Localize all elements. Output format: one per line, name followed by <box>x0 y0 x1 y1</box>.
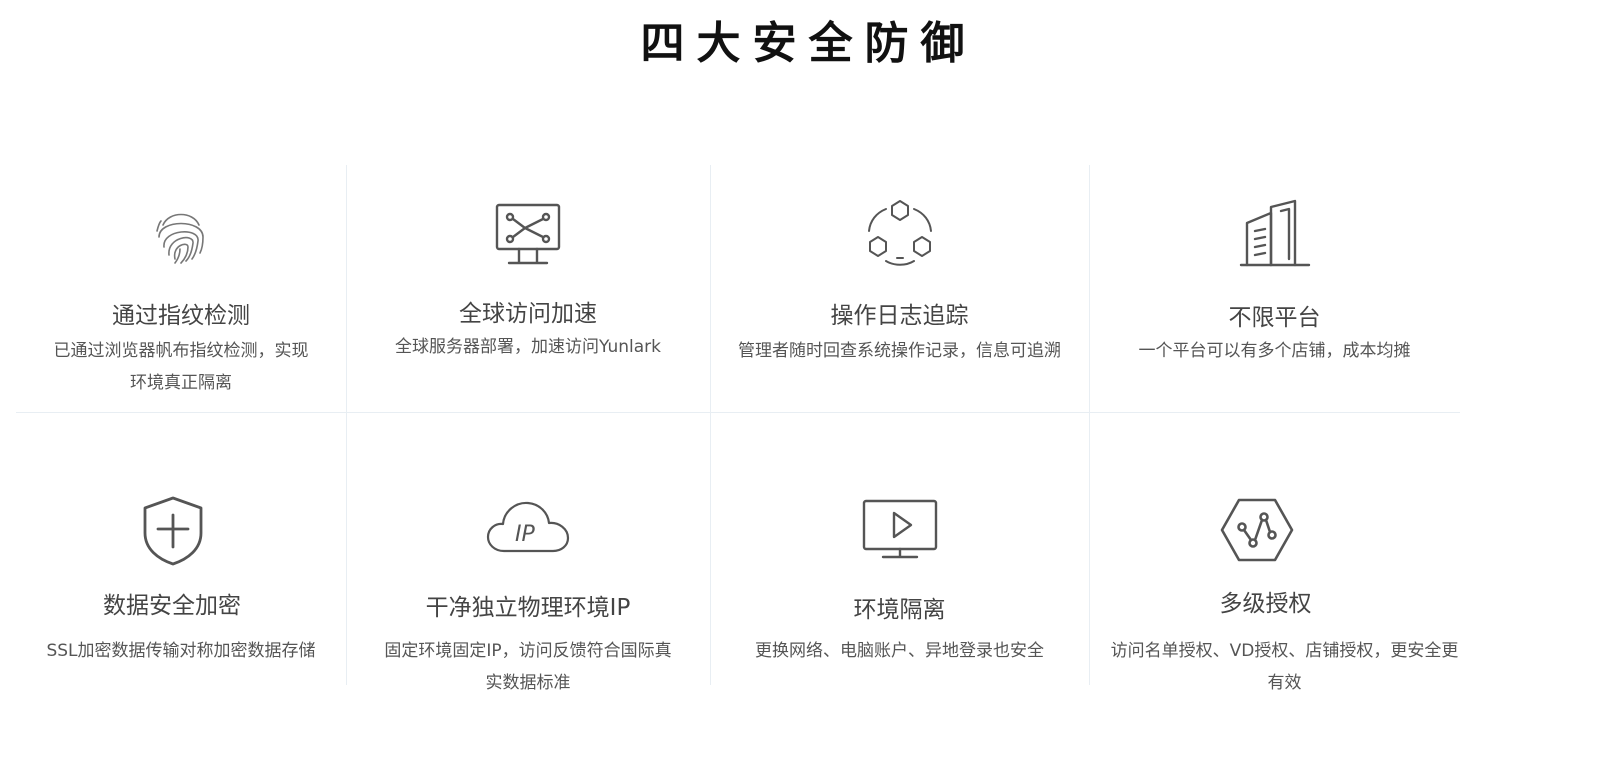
fingerprint-icon <box>149 203 213 267</box>
feature-desc: 访问名单授权、VD授权、店铺授权，更安全更有效 <box>1110 641 1459 693</box>
feature-title: 数据安全加密 <box>103 593 241 619</box>
shield-plus-icon <box>140 495 206 567</box>
hexagon-cycle-icon <box>864 199 936 269</box>
network-monitor-icon <box>493 203 563 269</box>
feature-card-clean-ip: IP 干净独立物理环境IP 固定环境固定IP，访问反馈符合国际真实数据标准 <box>346 413 710 693</box>
cloud-ip-icon: IP <box>486 499 570 555</box>
feature-card-data-encryption: 数据安全加密 SSL加密数据传输对称加密数据存储 <box>16 413 346 685</box>
buildings-icon <box>1237 199 1313 269</box>
feature-title: 全球访问加速 <box>459 301 597 327</box>
feature-desc: 一个平台可以有多个店铺，成本均摊 <box>1138 341 1411 361</box>
feature-card-multi-auth: 多级授权 访问名单授权、VD授权、店铺授权，更安全更有效 <box>1089 413 1460 693</box>
feature-card-env-isolation: 环境隔离 更换网络、电脑账户、异地登录也安全 <box>710 413 1089 685</box>
feature-title: 操作日志追踪 <box>830 303 969 329</box>
feature-desc: 固定环境固定IP，访问反馈符合国际真实数据标准 <box>384 641 672 693</box>
feature-title: 不限平台 <box>1228 305 1321 331</box>
feature-card-fingerprint: 通过指纹检测 已通过浏览器帆布指纹检测，实现环境真正隔离 <box>16 165 346 412</box>
feature-desc: 已通过浏览器帆布指纹检测，实现环境真正隔离 <box>53 341 309 393</box>
feature-title: 环境隔离 <box>853 597 946 623</box>
feature-card-unlimited-platform: 不限平台 一个平台可以有多个店铺，成本均摊 <box>1089 165 1460 412</box>
hexagon-nodes-icon <box>1220 497 1294 563</box>
monitor-play-icon <box>861 499 939 561</box>
feature-card-log-tracking: 操作日志追踪 管理者随时回查系统操作记录，信息可追溯 <box>710 165 1089 412</box>
feature-card-global-acceleration: 全球访问加速 全球服务器部署，加速访问Yunlark <box>346 165 710 412</box>
feature-title: 干净独立物理环境IP <box>425 595 631 621</box>
feature-desc: 全球服务器部署，加速访问Yunlark <box>395 337 661 357</box>
features-grid: 通过指纹检测 已通过浏览器帆布指纹检测，实现环境真正隔离 全球访问加速 全球服务… <box>16 165 1460 693</box>
feature-desc: 管理者随时回查系统操作记录，信息可追溯 <box>738 341 1061 361</box>
feature-title: 通过指纹检测 <box>112 303 250 329</box>
feature-desc: SSL加密数据传输对称加密数据存储 <box>46 641 316 661</box>
svg-text:IP: IP <box>515 522 535 547</box>
feature-desc: 更换网络、电脑账户、异地登录也安全 <box>755 641 1044 661</box>
feature-title: 多级授权 <box>1219 591 1312 617</box>
page-title: 四大安全防御 <box>640 18 977 69</box>
